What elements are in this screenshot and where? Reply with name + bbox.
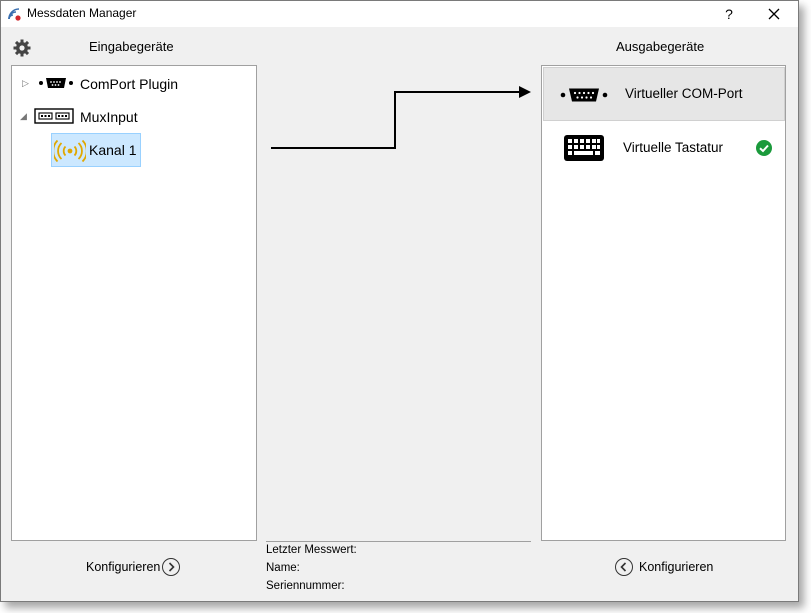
input-devices-panel: ▷ ComPort Plugin ◢ MuxInput Kanal 1 xyxy=(11,65,257,541)
serial-port-icon xyxy=(560,87,608,108)
output-devices-panel: Virtueller COM-Port Virtuelle Tastatur xyxy=(541,65,786,541)
input-devices-heading: Eingabegeräte xyxy=(89,39,174,54)
gear-icon[interactable] xyxy=(12,38,32,58)
serial-port-icon xyxy=(38,76,74,95)
output-item-label: Virtueller COM-Port xyxy=(625,86,743,101)
chevron-left-circle-icon xyxy=(615,558,633,576)
serial-number-label: Seriennummer: xyxy=(266,580,345,592)
tree-item-comport-plugin[interactable]: ComPort Plugin xyxy=(80,76,178,92)
configure-input-button[interactable]: Konfigurieren xyxy=(86,556,186,578)
output-item-virtual-keyboard[interactable]: Virtuelle Tastatur xyxy=(542,121,784,175)
connection-arrow xyxy=(271,86,531,149)
chevron-right-circle-icon xyxy=(162,558,180,576)
info-divider xyxy=(266,541,531,542)
tree-item-kanal-1[interactable]: Kanal 1 xyxy=(51,133,141,167)
last-value-label: Letzter Messwert: xyxy=(266,544,357,556)
configure-label: Konfigurieren xyxy=(86,560,161,574)
output-item-label: Virtuelle Tastatur xyxy=(623,140,724,155)
tree-item-muxinput[interactable]: MuxInput xyxy=(80,109,138,125)
close-icon xyxy=(768,8,780,20)
check-icon xyxy=(756,140,772,161)
radio-signal-icon xyxy=(52,139,88,167)
output-item-virtual-com-port[interactable]: Virtueller COM-Port xyxy=(543,67,785,121)
app-signal-icon xyxy=(6,6,22,22)
configure-label: Konfigurieren xyxy=(639,560,714,574)
keyboard-icon xyxy=(564,135,604,166)
expand-arrow-icon[interactable]: ▷ xyxy=(22,78,29,89)
tree-item-label: Kanal 1 xyxy=(89,142,137,158)
name-label: Name: xyxy=(266,562,300,574)
collapse-arrow-icon[interactable]: ◢ xyxy=(20,111,27,122)
mux-icon xyxy=(34,107,74,130)
close-button[interactable] xyxy=(754,1,794,27)
title-bar: Messdaten Manager ? xyxy=(1,1,798,27)
help-button[interactable]: ? xyxy=(714,1,744,27)
main-window: Messdaten Manager ? Eingabegeräte Ausgab… xyxy=(0,0,799,602)
output-devices-heading: Ausgabegeräte xyxy=(616,39,705,54)
window-title: Messdaten Manager xyxy=(27,6,137,20)
configure-output-button[interactable]: Konfigurieren xyxy=(615,556,715,578)
